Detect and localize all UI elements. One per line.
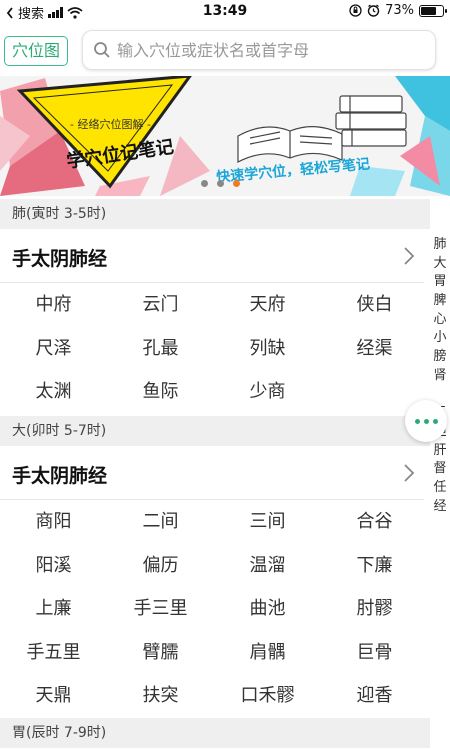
acupoint-item[interactable]: 少商	[214, 377, 321, 407]
search-input[interactable]	[117, 40, 417, 60]
acupoint-item[interactable]: 扶突	[107, 681, 214, 711]
section-header: 胃(辰时 7-9时)	[0, 718, 430, 748]
battery-level	[421, 6, 437, 15]
acupoint-item[interactable]: 曲池	[214, 594, 321, 624]
pagination-dot[interactable]	[201, 180, 208, 187]
banner-pagination[interactable]	[201, 180, 240, 187]
index-item[interactable]: 肾	[430, 367, 450, 386]
acupoint-map-button[interactable]: 穴位图	[4, 36, 68, 66]
index-item[interactable]: 心	[430, 311, 450, 330]
search-box[interactable]	[82, 30, 436, 70]
acupoint-item[interactable]: 中府	[0, 290, 107, 320]
meridian-row[interactable]: 手太阴肺经	[0, 446, 424, 500]
index-item[interactable]: 脾	[430, 292, 450, 311]
index-item[interactable]: 胃	[430, 273, 450, 292]
acupoint-item[interactable]: 迎香	[321, 681, 428, 711]
index-item[interactable]: 大	[430, 255, 450, 274]
status-bar: 搜索 13:49 73%	[0, 0, 450, 22]
acupoint-item[interactable]: 臂臑	[107, 638, 214, 668]
index-item[interactable]: 督	[430, 460, 450, 479]
meridian-name: 手太阴肺经	[12, 465, 108, 487]
acupoint-item[interactable]: 云门	[107, 290, 214, 320]
acupoint-item[interactable]: 肩髃	[214, 638, 321, 668]
acupoint-item[interactable]: 尺泽	[0, 334, 107, 364]
acupoint-item[interactable]: 经渠	[321, 334, 428, 364]
acupoint-item[interactable]: 天府	[214, 290, 321, 320]
meridian-name: 手太阴肺经	[12, 248, 108, 270]
acupoint-item[interactable]: 上廉	[0, 594, 107, 624]
orientation-lock-icon	[349, 4, 362, 17]
acupoint-item[interactable]: 三间	[214, 507, 321, 537]
index-item[interactable]: 膀	[430, 348, 450, 367]
acupoint-item[interactable]: 侠白	[321, 290, 428, 320]
index-sidebar: 肺大胃脾心小膀肾三胆肝督任经	[430, 236, 450, 516]
more-button[interactable]	[405, 400, 447, 442]
pagination-dot[interactable]	[217, 180, 224, 187]
battery-percent: 73%	[385, 3, 414, 18]
pagination-dot[interactable]	[233, 180, 240, 187]
acupoint-item[interactable]: 手五里	[0, 638, 107, 668]
more-dots-icon	[414, 418, 420, 424]
meridian-row[interactable]: 手太阴肺经	[0, 229, 424, 283]
status-right: 73%	[349, 3, 447, 18]
battery-icon	[419, 4, 447, 17]
search-icon	[94, 42, 110, 58]
acupoint-item[interactable]: 鱼际	[107, 377, 214, 407]
index-item[interactable]: 肺	[430, 236, 450, 255]
acupoint-item[interactable]: 阳溪	[0, 551, 107, 581]
acupoint-item[interactable]: 二间	[107, 507, 214, 537]
index-item[interactable]: 任	[430, 479, 450, 498]
alarm-icon	[367, 4, 380, 17]
index-item[interactable]: 经	[430, 498, 450, 517]
section-header: 大(卯时 5-7时)	[0, 416, 430, 446]
acupoint-item[interactable]: 手三里	[107, 594, 214, 624]
acupoint-item[interactable]: 列缺	[214, 334, 321, 364]
acupoint-item[interactable]: 肘髎	[321, 594, 428, 624]
acupoint-item[interactable]: 巨骨	[321, 638, 428, 668]
acupoint-item[interactable]: 天鼎	[0, 681, 107, 711]
section-header: 肺(寅时 3-5时)	[0, 199, 430, 229]
banner-subtitle: - 经络穴位图解 -	[70, 118, 151, 131]
index-item[interactable]: 小	[430, 329, 450, 348]
index-item[interactable]: 肝	[430, 442, 450, 461]
chevron-right-icon	[404, 464, 415, 482]
search-header: 穴位图	[0, 22, 450, 78]
acupoint-item[interactable]: 合谷	[321, 507, 428, 537]
acupoint-item[interactable]: 口禾髎	[214, 681, 321, 711]
acupoint-item[interactable]: 下廉	[321, 551, 428, 581]
acupoint-item[interactable]: 温溜	[214, 551, 321, 581]
acupoint-item[interactable]: 商阳	[0, 507, 107, 537]
chevron-right-icon	[404, 247, 415, 265]
acupoint-item[interactable]: 偏历	[107, 551, 214, 581]
acupoint-item[interactable]: 孔最	[107, 334, 214, 364]
acupoint-item[interactable]: 太渊	[0, 377, 107, 407]
